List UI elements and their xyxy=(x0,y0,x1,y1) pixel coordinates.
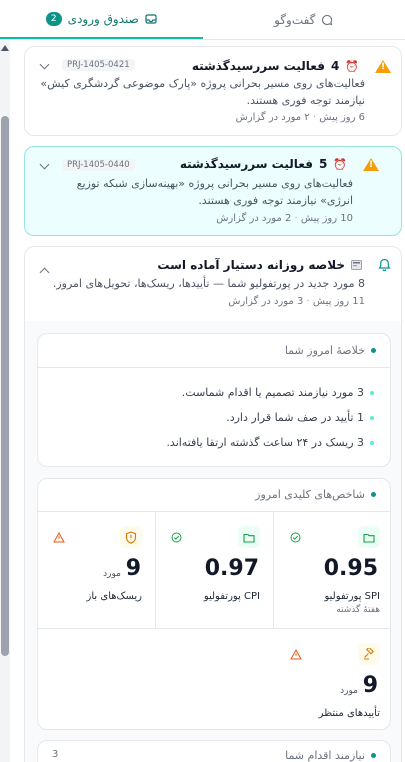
today-summary-card: خلاصهٔ امروز شما 3 مورد نیازمند تصمیم یا… xyxy=(37,333,391,467)
tab-chat-label: گفت‌وگو xyxy=(274,12,316,27)
item-title-count: 4 xyxy=(330,59,340,73)
kpi-value: 9 xyxy=(125,556,141,581)
item-age: 11 روز پیش xyxy=(312,296,365,307)
item-description: فعالیت‌های روی مسیر بحرانی پروژه «پارک م… xyxy=(35,75,365,109)
divider xyxy=(38,367,390,368)
item-description: فعالیت‌های روی مسیر بحرانی پروژه «بهینه‌… xyxy=(33,175,353,209)
section-dot xyxy=(371,753,376,758)
scrollbar[interactable] xyxy=(0,40,10,762)
inbox-item-overdue-0421[interactable]: ⏰ 4 فعالیت سررسیدگذشته PRJ-1405-0421 فعا… xyxy=(24,46,402,136)
item-title: خلاصه روزانه دستیار آماده است xyxy=(157,258,345,272)
needs-action-title: نیازمند اقدام شما xyxy=(285,749,365,762)
item-age: 10 روز پیش xyxy=(300,213,353,224)
chevron-down-icon[interactable] xyxy=(39,59,50,70)
item-report-count: 3 مورد در گزارش xyxy=(228,296,304,307)
scroll-thumb[interactable] xyxy=(1,116,9,656)
item-meta: 11 روز پیش · 3 مورد در گزارش xyxy=(228,296,365,307)
kpi-cpi[interactable]: 0.97 CPI پورتفولیو xyxy=(156,512,273,628)
summary-bullet-text: 3 ریسک در ۲۴ ساعت گذشته ارتقا یافته‌اند. xyxy=(166,436,364,449)
item-title: فعالیت سررسیدگذشته xyxy=(191,59,325,73)
kpi-heading: شاخص‌های کلیدی امروز xyxy=(255,488,376,501)
needs-action-heading: نیازمند اقدام شما xyxy=(285,749,376,762)
inbox-item-overdue-0440[interactable]: ⏰ 5 فعالیت سررسیدگذشته PRJ-1405-0440 فعا… xyxy=(24,146,402,236)
kpi-pending-approvals[interactable]: 9 مورد تأییدهای منتظر xyxy=(274,629,390,729)
chevron-down-icon[interactable] xyxy=(39,159,50,170)
item-report-count: 2 مورد در گزارش xyxy=(216,213,292,224)
folder-icon xyxy=(358,526,380,548)
needs-action-count: 3 xyxy=(52,749,59,760)
kpi-label: ریسک‌های باز xyxy=(86,591,142,602)
check-circle-icon xyxy=(290,532,301,543)
today-summary-heading: خلاصهٔ امروز شما xyxy=(285,344,376,357)
bullet-dot xyxy=(370,416,374,420)
kpi-unit: مورد xyxy=(340,686,358,696)
shield-alert-icon xyxy=(120,526,142,548)
warning-icon xyxy=(375,59,391,73)
chat-bubble-icon xyxy=(322,14,333,25)
summary-bullet: 1 تأیید در صف شما قرار دارد. xyxy=(226,411,374,424)
alarm-clock-icon: ⏰ xyxy=(333,157,347,171)
kpi-value: 9 xyxy=(362,673,378,698)
bullet-dot xyxy=(370,391,374,395)
section-dot xyxy=(371,348,376,353)
bullet-dot xyxy=(370,441,374,445)
item-title-count: 5 xyxy=(318,157,328,171)
kpi-value: 0.95 xyxy=(323,556,378,581)
item-description-line1: فعالیت‌های روی مسیر بحرانی پروژه «بهینه‌… xyxy=(76,177,353,190)
kpi-label: SPI پورتفولیو xyxy=(324,591,380,602)
item-title: فعالیت سررسیدگذشته xyxy=(179,157,313,171)
check-circle-icon xyxy=(171,532,182,543)
tab-chat[interactable]: گفت‌وگو xyxy=(203,0,405,39)
warning-icon xyxy=(53,532,65,543)
gavel-icon xyxy=(358,643,380,665)
inbox-item-header: ⏰ 4 فعالیت سررسیدگذشته xyxy=(192,59,391,73)
tab-bar: صندوق ورودی 2 گفت‌وگو xyxy=(0,0,405,40)
item-meta: 6 روز پیش · ۲ مورد در گزارش xyxy=(235,112,365,123)
kpi-sublabel: هفتهٔ گذشته xyxy=(336,605,380,615)
needs-action-card[interactable]: نیازمند اقدام شما 3 xyxy=(37,740,391,762)
inbox-icon xyxy=(145,13,157,24)
kpi-open-risks[interactable]: 9 مورد ریسک‌های باز xyxy=(38,512,155,628)
kpi-label: تأییدهای منتظر xyxy=(318,708,380,719)
item-description-line2: نیازمند توجه فوری هستند. xyxy=(246,94,365,107)
project-code-badge: PRJ-1405-0440 xyxy=(62,159,135,171)
unread-count-badge: 2 xyxy=(45,11,62,26)
summary-bullet-text: 3 مورد نیازمند تصمیم یا اقدام شماست. xyxy=(181,386,364,399)
warning-icon xyxy=(363,157,379,171)
bell-icon xyxy=(378,258,391,272)
item-report-count: ۲ مورد در گزارش xyxy=(235,112,310,123)
summary-bullet: 3 ریسک در ۲۴ ساعت گذشته ارتقا یافته‌اند. xyxy=(166,436,374,449)
item-meta: 10 روز پیش · 2 مورد در گزارش xyxy=(216,213,353,224)
today-summary-title: خلاصهٔ امروز شما xyxy=(284,344,365,357)
alarm-clock-icon: ⏰ xyxy=(345,59,359,73)
kpi-unit: مورد xyxy=(103,569,121,579)
inbox-item-header: خلاصه روزانه دستیار آماده است xyxy=(157,258,391,272)
item-age: 6 روز پیش xyxy=(319,112,365,123)
item-description: 8 مورد جدید در پورتفولیو شما — تأییدها، … xyxy=(52,277,365,290)
inbox-panel: صندوق ورودی 2 گفت‌وگو ⏰ 4 فعالیت سررسیدگ… xyxy=(0,0,405,762)
kpi-label: CPI پورتفولیو xyxy=(203,591,260,602)
summary-bullet: 3 مورد نیازمند تصمیم یا اقدام شماست. xyxy=(182,386,374,399)
section-dot xyxy=(371,492,376,497)
kpi-spi[interactable]: 0.95 SPI پورتفولیو هفتهٔ گذشته xyxy=(274,512,390,628)
item-description-line2: انرژی» نیازمند توجه فوری هستند. xyxy=(198,194,353,207)
kpi-title: شاخص‌های کلیدی امروز xyxy=(255,488,365,501)
tab-inbox[interactable]: صندوق ورودی 2 xyxy=(0,0,203,39)
warning-icon xyxy=(290,649,302,660)
summary-bullet-text: 1 تأیید در صف شما قرار دارد. xyxy=(226,411,364,424)
tab-inbox-label: صندوق ورودی xyxy=(67,11,139,26)
kpi-value: 0.97 xyxy=(204,556,259,581)
project-code-badge: PRJ-1405-0421 xyxy=(62,59,135,71)
scroll-up-arrow-icon[interactable] xyxy=(1,45,9,51)
folder-icon xyxy=(238,526,260,548)
inbox-item-header: ⏰ 5 فعالیت سررسیدگذشته xyxy=(180,157,379,171)
item-description-line1: فعالیت‌های روی مسیر بحرانی پروژه «پارک م… xyxy=(40,77,365,90)
kpi-card: شاخص‌های کلیدی امروز 0.95 SPI پورتفولیو … xyxy=(37,478,391,730)
report-icon xyxy=(351,260,362,270)
